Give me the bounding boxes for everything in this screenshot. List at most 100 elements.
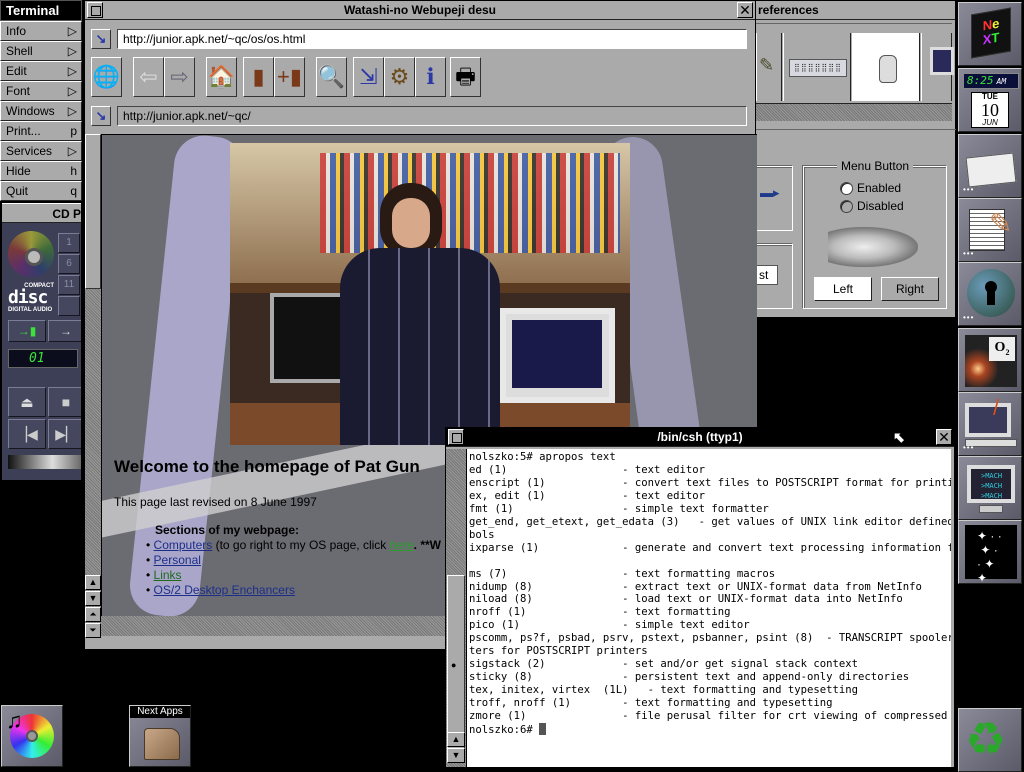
browser-title-bar[interactable]: Watashi-no Webupeji desu ✕ (85, 1, 755, 20)
dock-mach-icon[interactable]: >MACH >MACH >MACH (958, 456, 1022, 520)
personal-link[interactable]: Personal (154, 553, 201, 567)
hand-on-mouse-icon (828, 227, 918, 267)
links-button[interactable]: ⇲ (353, 57, 384, 97)
radio-enabled[interactable]: Enabled (840, 179, 901, 197)
computers-link[interactable]: Computers (154, 538, 213, 552)
printer-icon: 🖶 (455, 64, 476, 89)
menu-item-font[interactable]: Font ▷ (0, 81, 82, 101)
pref-icon-pen[interactable]: ✎ (756, 33, 782, 101)
dock-keyhole-icon[interactable]: ••• (958, 262, 1022, 326)
menu-item-shell[interactable]: Shell ▷ (0, 41, 82, 61)
repeat-track-button[interactable]: →▮ (8, 320, 46, 342)
links-link[interactable]: Links (154, 568, 182, 582)
track-button-11[interactable]: 11 (58, 275, 80, 295)
submenu-arrow-icon: ▷ (67, 64, 77, 78)
globe-button[interactable]: 🌐 (91, 57, 122, 97)
scroll-knob[interactable]: ● (447, 575, 465, 758)
terminal-title-bar[interactable]: /bin/csh (ttyp1) ⬉ ✕ (446, 428, 954, 447)
scroll-up-button[interactable]: ▲ (85, 575, 101, 590)
radio-disabled[interactable]: Disabled (840, 197, 904, 215)
section-list-item: • Personal (146, 553, 201, 567)
terminal-prompt-line[interactable]: nolszko:6# (469, 723, 951, 737)
dock-recycler-icon[interactable]: ♻ (958, 708, 1022, 772)
next-track-button[interactable]: ▶▏ (48, 419, 81, 449)
scroll-down-button[interactable]: ▼ (447, 748, 465, 763)
eject-button[interactable]: ⏏ (8, 387, 46, 417)
left-button[interactable]: Left (814, 277, 872, 301)
cd-player-title[interactable]: CD P (2, 203, 81, 223)
here-link[interactable]: here (390, 538, 414, 552)
close-button[interactable]: ✕ (737, 2, 753, 18)
repeat-all-button[interactable]: → (48, 320, 81, 342)
forward-button[interactable]: ⇨ (164, 57, 195, 97)
link-arrow-icon[interactable]: ↘ (91, 29, 111, 49)
link-arrow-icon[interactable]: ↘ (91, 106, 111, 126)
text-cursor (539, 723, 547, 736)
os2-desktop-link[interactable]: OS/2 Desktop Enchancers (154, 583, 295, 597)
menu-item-print[interactable]: Print... p (0, 121, 82, 141)
bookmark-button[interactable]: ▮ (243, 57, 274, 97)
right-button[interactable]: Right (881, 277, 939, 301)
section-list-item: • Links (146, 568, 182, 582)
status-url: http://junior.apk.net/~qc/ (117, 106, 747, 126)
terminal-line: tex, initex, virtex (1L) - text formatti… (469, 684, 859, 697)
dock-next-icon[interactable]: Ne XT (958, 2, 1022, 66)
scroll-knob[interactable] (85, 134, 101, 289)
menu-item-hide[interactable]: Hide h (0, 161, 82, 181)
add-bookmark-button[interactable]: +▮ (274, 57, 305, 97)
vertical-scrollbar[interactable]: ▲ ▼ ⏶ ⏷ (85, 134, 101, 638)
page-up-button[interactable]: ⏶ (85, 607, 101, 622)
menu-item-edit[interactable]: Edit ▷ (0, 61, 82, 81)
dock-mail-icon[interactable]: ••• (958, 134, 1022, 198)
menu-item-services[interactable]: Services ▷ (0, 141, 82, 161)
pref-icon-mouse[interactable] (852, 33, 920, 101)
close-button[interactable]: ✕ (936, 429, 952, 445)
terminal-scrollbar[interactable]: ● ▲ ▼ (446, 449, 466, 767)
bookmark-icon: ▮ (252, 64, 265, 89)
miniaturize-button[interactable] (448, 429, 464, 445)
menu-item-quit[interactable]: Quit q (0, 181, 82, 201)
menu-title[interactable]: Terminal (0, 0, 82, 21)
home-button[interactable]: 🏠 (206, 57, 237, 97)
print-button[interactable]: 🖶 (450, 57, 481, 97)
stop-button[interactable]: ■ (48, 387, 81, 417)
forward-arrow-icon: ⇨ (170, 64, 189, 89)
scroll-up-button[interactable]: ▲ (447, 732, 465, 747)
shelf-next-apps-folder[interactable]: Next Apps (129, 705, 191, 767)
info-button[interactable]: ℹ (415, 57, 446, 97)
recycle-icon: ♻ (965, 713, 1007, 765)
repeat-track-icon: →▮ (17, 324, 37, 338)
settings-button[interactable]: ⚙ (384, 57, 415, 97)
dock-clock-icon[interactable]: 8:25 AM TUE 10 JUN (958, 68, 1022, 132)
pref-icon-keyboard[interactable]: ⣿⣿⣿⣿⣿⣿⣿ (783, 33, 851, 101)
terminal-line: fmt (1) - simple text formatter (469, 502, 769, 515)
miniaturize-button[interactable] (87, 2, 103, 18)
dock-o2-icon[interactable]: O2 (958, 328, 1022, 392)
search-button[interactable]: 🔍 (316, 57, 347, 97)
menu-item-info[interactable]: Info ▷ (0, 21, 82, 41)
track-button-1[interactable]: 1 (58, 233, 80, 253)
track-button-6[interactable]: 6 (58, 254, 80, 274)
menu-item-windows[interactable]: Windows ▷ (0, 101, 82, 121)
track-button-empty[interactable] (58, 296, 80, 316)
dock-preferences-icon[interactable]: / ••• (958, 392, 1022, 456)
compact-disc-logo: COMPACT disc DIGITAL AUDIO (8, 283, 54, 313)
dock-space-icon[interactable]: ✦ · · ✦ · · ✦ ✦ (958, 520, 1022, 585)
page-down-button[interactable]: ⏷ (85, 623, 101, 638)
url-input[interactable]: http://junior.apk.net/~qc/os/os.html (117, 29, 747, 49)
dock-edit-icon[interactable]: ✎ ••• (958, 198, 1022, 262)
terminal-output[interactable]: nolszko:5# apropos text ed (1) - text edi… (466, 449, 951, 767)
compact-disc-icon (8, 231, 54, 277)
scroll-down-button[interactable]: ▼ (85, 591, 101, 606)
previous-track-button[interactable]: ▕◀ (8, 419, 46, 449)
back-button[interactable]: ⇦ (133, 57, 164, 97)
pref-icon-scrollbar[interactable] (756, 103, 952, 121)
partial-text-field[interactable]: st (756, 265, 778, 285)
back-arrow-icon: ⇦ (139, 64, 158, 89)
volume-slider[interactable] (8, 455, 81, 469)
terminal-line: niload (8) - load text or UNIX-format da… (469, 593, 903, 606)
pref-icon-monitor[interactable] (921, 33, 954, 101)
preferences-title-bar[interactable]: references (756, 1, 955, 20)
shelf-cd-music-icon[interactable]: ♫ (1, 705, 63, 767)
browser-title: Watashi-no Webupeji desu (343, 3, 496, 17)
